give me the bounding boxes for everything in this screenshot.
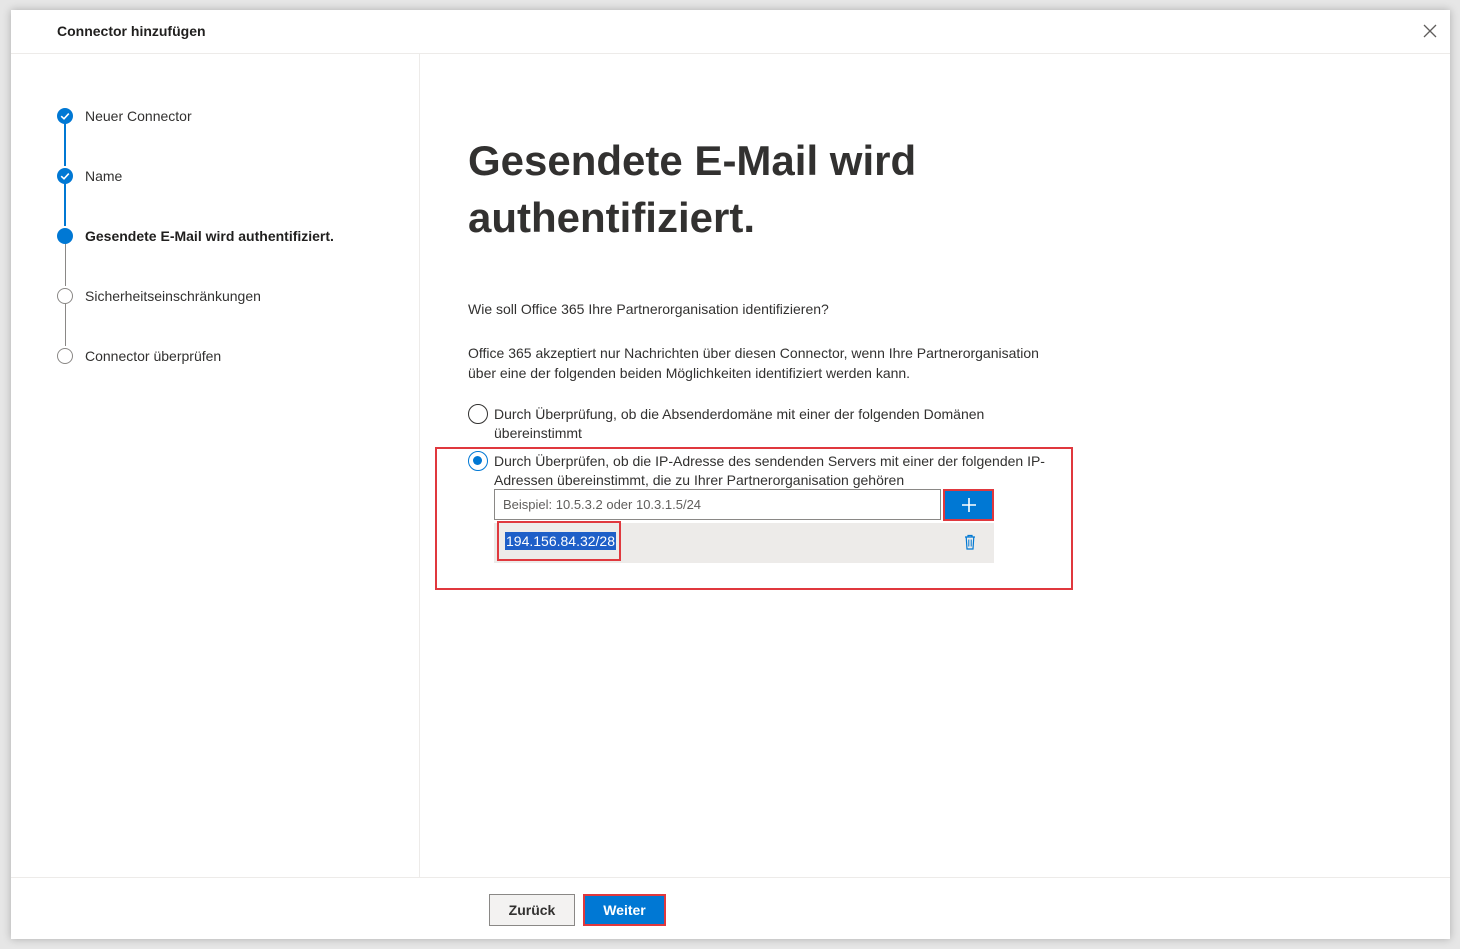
step-label: Connector überprüfen bbox=[85, 348, 222, 364]
pending-step-circle-icon bbox=[57, 348, 73, 364]
option-label: Durch Überprüfung, ob die Absenderdomäne… bbox=[494, 406, 985, 441]
annotation-highlight-box bbox=[435, 447, 1073, 590]
pending-step-circle-icon bbox=[57, 288, 73, 304]
dialog-footer: Zurück Weiter bbox=[11, 877, 1450, 940]
dialog-title: Connector hinzufügen bbox=[57, 23, 206, 39]
dialog-header: Connector hinzufügen bbox=[11, 10, 1450, 54]
wizard-steps: Neuer Connector Name Gesendete E-Mail wi… bbox=[11, 54, 420, 877]
checkmark-icon bbox=[57, 168, 73, 184]
step-label: Neuer Connector bbox=[85, 108, 192, 124]
close-icon[interactable] bbox=[1420, 21, 1440, 41]
step-connector bbox=[64, 122, 66, 166]
next-button[interactable]: Weiter bbox=[583, 894, 666, 926]
description-text: Office 365 akzeptiert nur Nachrichten üb… bbox=[468, 345, 1039, 381]
page-title: Gesendete E-Mail wird authentifiziert. bbox=[468, 137, 917, 241]
radio-domain[interactable] bbox=[468, 404, 488, 424]
step-label: Sicherheitseinschränkungen bbox=[85, 288, 261, 304]
checkmark-icon bbox=[57, 108, 73, 124]
question-text: Wie soll Office 365 Ihre Partnerorganisa… bbox=[468, 301, 829, 317]
back-button[interactable]: Zurück bbox=[489, 894, 575, 926]
step-connector bbox=[64, 182, 66, 226]
step-label: Gesendete E-Mail wird authentifiziert. bbox=[85, 228, 334, 244]
current-step-dot-icon bbox=[57, 228, 73, 244]
step-label: Name bbox=[85, 168, 123, 184]
step-connector bbox=[65, 302, 66, 346]
step-connector bbox=[65, 242, 66, 286]
